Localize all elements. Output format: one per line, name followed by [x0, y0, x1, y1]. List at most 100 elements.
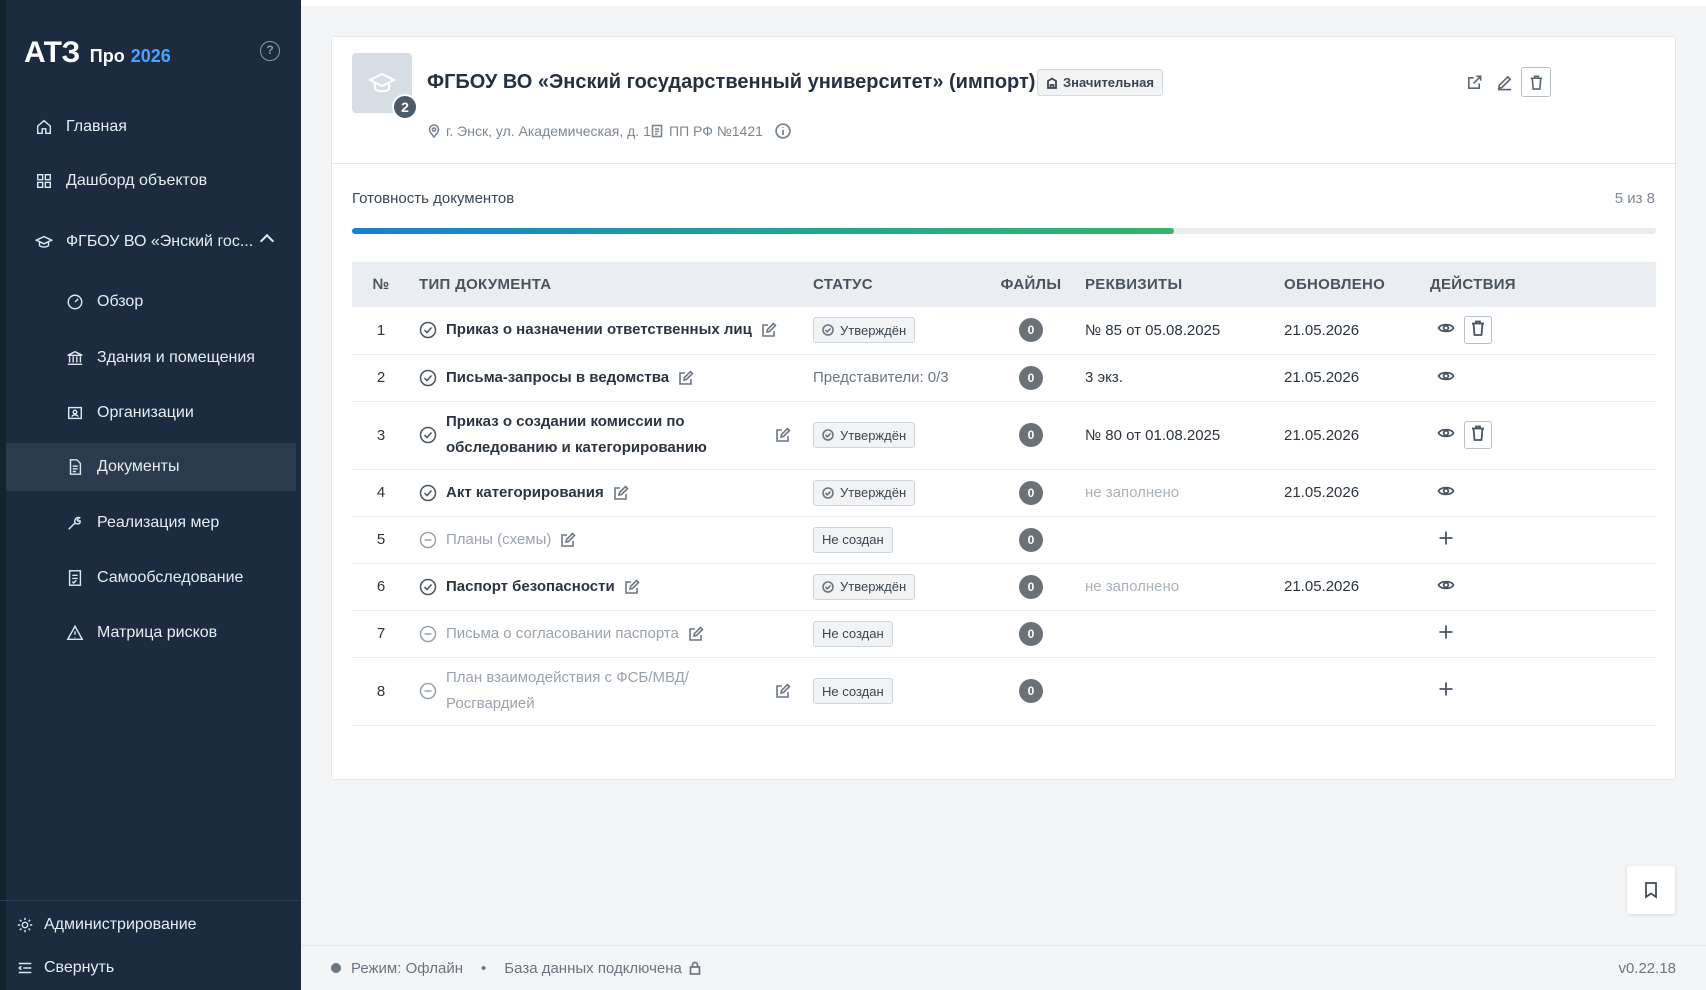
- col-header-status[interactable]: СТАТУС: [813, 262, 981, 307]
- regulation-text: ПП РФ №1421: [669, 123, 763, 139]
- app-version: v0.22.18: [1618, 959, 1676, 977]
- sidebar-item-label: Здания и помещения: [97, 349, 255, 366]
- sidebar-item-dashboard[interactable]: Дашборд объектов: [6, 157, 296, 205]
- sidebar-item-label: Обзор: [97, 293, 144, 310]
- col-header-actions: ДЕЙСТВИЯ: [1430, 262, 1656, 307]
- status-label: Не создан: [822, 683, 884, 699]
- updated-cell: 21.05.2026: [1280, 401, 1430, 470]
- minus-circle-icon: [419, 682, 437, 700]
- edit-icon[interactable]: [624, 578, 640, 595]
- doc-name[interactable]: Акт категорирования: [446, 480, 604, 506]
- category-label: Значительная: [1063, 75, 1154, 90]
- status-bar: Режим: Офлайн • База данных подключена v…: [301, 945, 1706, 990]
- doc-name[interactable]: Паспорт безопасности: [446, 574, 615, 600]
- id-card-icon: [65, 403, 85, 423]
- files-count: 0: [1019, 480, 1043, 505]
- status-label: Не создан: [822, 532, 884, 547]
- edit-icon[interactable]: [688, 625, 704, 642]
- sidebar-subitem-buildings[interactable]: Здания и помещения: [6, 334, 296, 382]
- view-button[interactable]: [1432, 316, 1460, 344]
- edit-icon[interactable]: [775, 683, 791, 699]
- view-button[interactable]: [1432, 364, 1460, 392]
- view-button[interactable]: [1432, 421, 1460, 449]
- open-external-button[interactable]: [1459, 67, 1489, 97]
- info-icon[interactable]: [775, 123, 796, 139]
- bookmark-button[interactable]: [1627, 866, 1675, 914]
- sidebar-item-home[interactable]: Главная: [6, 103, 296, 151]
- doc-name[interactable]: Приказ о назначении ответственных лиц: [446, 317, 752, 343]
- progress-bar: [352, 228, 1656, 234]
- delete-button[interactable]: [1464, 421, 1492, 449]
- doc-name[interactable]: Планы (схемы): [446, 527, 551, 553]
- edit-object-button[interactable]: [1489, 67, 1519, 97]
- brand-year: 2026: [130, 46, 171, 66]
- status-label: Не создан: [822, 626, 884, 641]
- sidebar-subitem-documents[interactable]: Документы: [6, 443, 296, 491]
- help-icon[interactable]: ?: [260, 41, 280, 61]
- status-separator: •: [481, 959, 487, 977]
- actions-cell: [1430, 610, 1656, 658]
- edit-icon[interactable]: [560, 531, 577, 548]
- category-tag: Значительная: [1037, 69, 1163, 96]
- sidebar-subitem-overview[interactable]: Обзор: [6, 278, 296, 326]
- create-document-button[interactable]: [1432, 677, 1460, 705]
- chevron-up-icon[interactable]: [259, 233, 275, 249]
- minus-circle-icon: [419, 531, 437, 549]
- files-count: 0: [1019, 365, 1043, 390]
- files-count: 0: [1019, 318, 1043, 343]
- files-cell: 0: [981, 469, 1081, 517]
- doc-type-cell: Планы (схемы): [410, 516, 813, 564]
- edit-icon[interactable]: [775, 427, 791, 443]
- create-document-button[interactable]: [1432, 620, 1460, 648]
- object-title: ФГБОУ ВО «Энский государственный универс…: [427, 71, 1036, 93]
- status-badge: Утверждён: [813, 317, 916, 344]
- doc-name[interactable]: План взаимодействия с ФСБ/МВД/Росгвардие…: [446, 665, 766, 717]
- check-circle-icon: [822, 429, 834, 441]
- sidebar-subitem-risk-matrix[interactable]: Матрица рисков: [6, 609, 296, 657]
- doc-type-cell: План взаимодействия с ФСБ/МВД/Росгвардие…: [410, 657, 813, 726]
- table-row: 1 Приказ о назначении ответственных лиц Ут…: [352, 307, 1656, 355]
- requisites-cell: № 80 от 01.08.2025: [1081, 401, 1280, 470]
- delete-object-button[interactable]: [1521, 67, 1551, 97]
- plus-icon: [1437, 529, 1455, 551]
- address-text: г. Энск, ул. Академическая, д. 1: [446, 123, 651, 139]
- col-header-doc-type[interactable]: ТИП ДОКУМЕНТА: [410, 262, 813, 307]
- status-badge: Утверждён: [813, 479, 916, 506]
- admin-link[interactable]: Администрирование: [16, 916, 197, 934]
- sidebar-item-label: Самообследование: [97, 569, 244, 586]
- create-document-button[interactable]: [1432, 526, 1460, 554]
- status-badge: Не создан: [813, 526, 893, 553]
- edit-icon[interactable]: [761, 322, 777, 338]
- edit-icon[interactable]: [678, 369, 694, 386]
- doc-name[interactable]: Приказ о создании комиссии по обследован…: [446, 409, 766, 461]
- files-count: 0: [1019, 679, 1043, 703]
- collapse-button[interactable]: Свернуть: [16, 959, 114, 977]
- sidebar-subitem-measures[interactable]: Реализация мер: [6, 499, 296, 547]
- table-row: 2 Письма-запросы в ведомства Представители…: [352, 354, 1656, 402]
- row-number: 4: [352, 469, 410, 517]
- actions-cell: [1430, 401, 1656, 470]
- object-address: г. Энск, ул. Академическая, д. 1: [427, 123, 651, 139]
- sidebar: АТЗ Про 2026 ? Главная Дашборд объектов …: [0, 0, 301, 990]
- sidebar-subitem-self-inspection[interactable]: Самообследование: [6, 554, 296, 602]
- col-header-updated[interactable]: ОБНОВЛЕНО: [1280, 262, 1430, 307]
- table-header-row: № ТИП ДОКУМЕНТА СТАТУС ФАЙЛЫ РЕКВИЗИТЫ О…: [352, 262, 1656, 307]
- view-button[interactable]: [1432, 573, 1460, 601]
- row-number: 6: [352, 563, 410, 611]
- files-cell: 0: [981, 401, 1081, 470]
- object-card: 2 ФГБОУ ВО «Энский государственный униве…: [331, 36, 1676, 780]
- doc-name[interactable]: Письма о согласовании паспорта: [446, 621, 679, 647]
- row-number: 3: [352, 401, 410, 470]
- object-count-badge: 2: [392, 94, 418, 120]
- object-regulation: ПП РФ №1421: [650, 123, 763, 139]
- brand-pro: Про: [89, 46, 125, 66]
- view-button[interactable]: [1432, 479, 1460, 507]
- check-circle-icon: [419, 484, 437, 502]
- delete-button[interactable]: [1464, 316, 1492, 345]
- doc-name[interactable]: Письма-запросы в ведомства: [446, 365, 669, 391]
- sidebar-subitem-organizations[interactable]: Организации: [6, 389, 296, 437]
- sidebar-item-object[interactable]: ФГБОУ ВО «Энский гос...: [6, 218, 296, 266]
- edit-icon[interactable]: [613, 484, 629, 501]
- check-circle-icon: [419, 426, 437, 444]
- files-cell: 0: [981, 354, 1081, 402]
